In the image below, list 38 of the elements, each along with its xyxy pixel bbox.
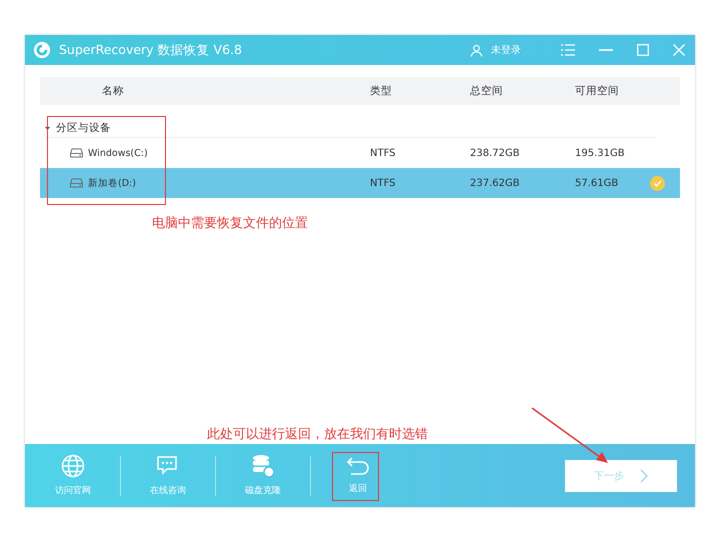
table-cell-text: 237.62GB <box>470 178 521 188</box>
toolbar-button[interactable]: 访问官网 <box>35 454 111 497</box>
user-icon[interactable] <box>470 44 483 56</box>
close-icon[interactable] <box>673 44 685 56</box>
check-icon <box>650 176 665 190</box>
toolbar-button[interactable]: 磁盘克隆 <box>225 454 301 497</box>
table-cell-text: 195.31GB <box>575 148 626 158</box>
toolbar-button[interactable]: 在线咨询 <box>130 454 206 497</box>
annotation-text: 电脑中需要恢复文件的位置 <box>152 215 308 232</box>
window-title: SuperRecovery 数据恢复 V6.8 <box>59 42 242 58</box>
database-icon <box>251 454 275 478</box>
column-header: 可用空间 <box>575 84 620 98</box>
table-cell-text: 238.72GB <box>470 148 521 158</box>
annotation-text: 此处可以进行返回，放在我们有时选错 <box>207 426 428 443</box>
login-status[interactable]: 未登录 <box>491 43 521 57</box>
highlight-box <box>332 452 379 501</box>
drive-row[interactable]: Windows(C:) NTFS 238.72GB 195.31GB <box>40 138 680 168</box>
column-header: 总空间 <box>470 84 504 98</box>
chevron-right-icon <box>640 468 648 482</box>
drive-icon <box>70 148 83 158</box>
drive-row[interactable]: 新加卷(D:) NTFS 237.62GB 57.61GB <box>40 168 680 198</box>
column-header: 名称 <box>101 84 125 98</box>
maximize-icon[interactable] <box>637 44 649 56</box>
table-cell-text: NTFS <box>370 178 397 188</box>
column-header: 类型 <box>370 84 393 98</box>
logo-icon <box>33 41 51 59</box>
toolbar-button[interactable]: 返回 <box>320 456 396 495</box>
globe-icon <box>61 454 85 478</box>
expand-icon[interactable] <box>45 126 50 130</box>
table-cell-text: NTFS <box>370 148 397 158</box>
group-label[interactable]: 分区与设备 <box>56 121 111 135</box>
drive-name: Windows(C:) <box>88 148 148 158</box>
table-cell-text: 57.61GB <box>575 178 620 188</box>
menu-icon[interactable] <box>561 44 575 56</box>
minimize-icon[interactable] <box>599 49 613 51</box>
drive-name: 新加卷(D:) <box>88 176 136 190</box>
drive-icon <box>70 178 83 188</box>
back-icon <box>346 456 370 476</box>
